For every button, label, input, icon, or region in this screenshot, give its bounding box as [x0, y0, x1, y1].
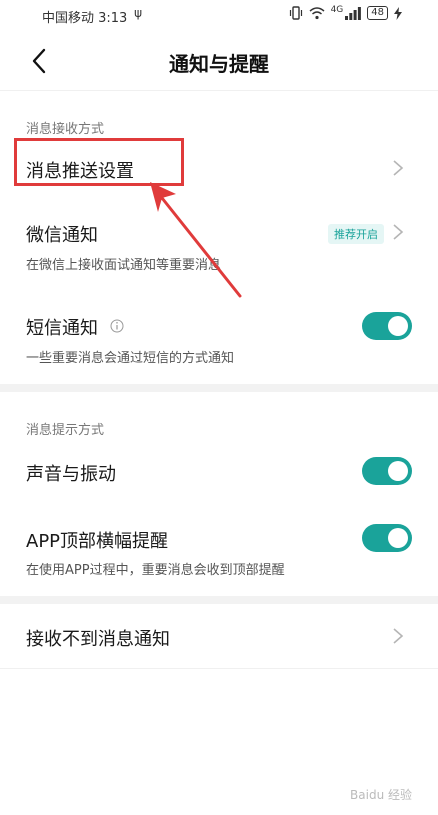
- annotation-arrow-icon: [150, 182, 242, 298]
- sms-notify-desc: 一些重要消息会通过短信的方式通知: [26, 351, 235, 366]
- toggle-knob: [388, 461, 408, 481]
- battery-icon: 48: [367, 6, 388, 20]
- charging-icon: [394, 6, 402, 20]
- top-banner-title: APP顶部横幅提醒: [26, 531, 169, 552]
- toggle-knob: [388, 528, 408, 548]
- signal-icon: [345, 6, 362, 20]
- info-icon[interactable]: [110, 319, 124, 333]
- wifi-icon: [309, 7, 325, 20]
- top-banner-desc: 在使用APP过程中，重要消息会收到顶部提醒: [26, 563, 285, 578]
- sms-notify-toggle[interactable]: [362, 312, 412, 340]
- carrier-time: 中国移动 3:13: [42, 11, 128, 26]
- status-bar: 中国移动 3:13 ψ 4G 48: [0, 0, 438, 32]
- header-divider: [0, 90, 438, 91]
- section-label-receive: 消息接收方式: [26, 122, 105, 137]
- list-end-divider: [0, 668, 438, 669]
- vibrate-icon: [289, 6, 302, 20]
- no-notification-help-row[interactable]: 接收不到消息通知: [0, 610, 438, 666]
- watermark: Baidu 经验: [350, 788, 412, 802]
- section-label-prompt: 消息提示方式: [26, 423, 105, 438]
- chevron-right-icon: [393, 160, 404, 176]
- section-divider: [0, 596, 438, 604]
- recommend-badge: 推荐开启: [328, 224, 384, 244]
- sound-vibration-toggle[interactable]: [362, 457, 412, 485]
- usb-icon: ψ: [134, 6, 142, 20]
- sound-vibration-title: 声音与振动: [26, 464, 116, 485]
- status-icons: ψ 4G 48: [134, 5, 402, 20]
- chevron-right-icon: [393, 224, 404, 240]
- sms-notify-title: 短信通知: [26, 318, 98, 339]
- page-title: 通知与提醒: [169, 52, 269, 76]
- network-type: 4G: [330, 5, 344, 15]
- section-divider: [0, 384, 438, 392]
- chevron-right-icon: [393, 628, 404, 644]
- wechat-notify-title: 微信通知: [26, 225, 98, 246]
- top-banner-toggle[interactable]: [362, 524, 412, 552]
- toggle-knob: [388, 316, 408, 336]
- header: 通知与提醒: [0, 32, 438, 90]
- no-notification-help-title: 接收不到消息通知: [26, 629, 170, 650]
